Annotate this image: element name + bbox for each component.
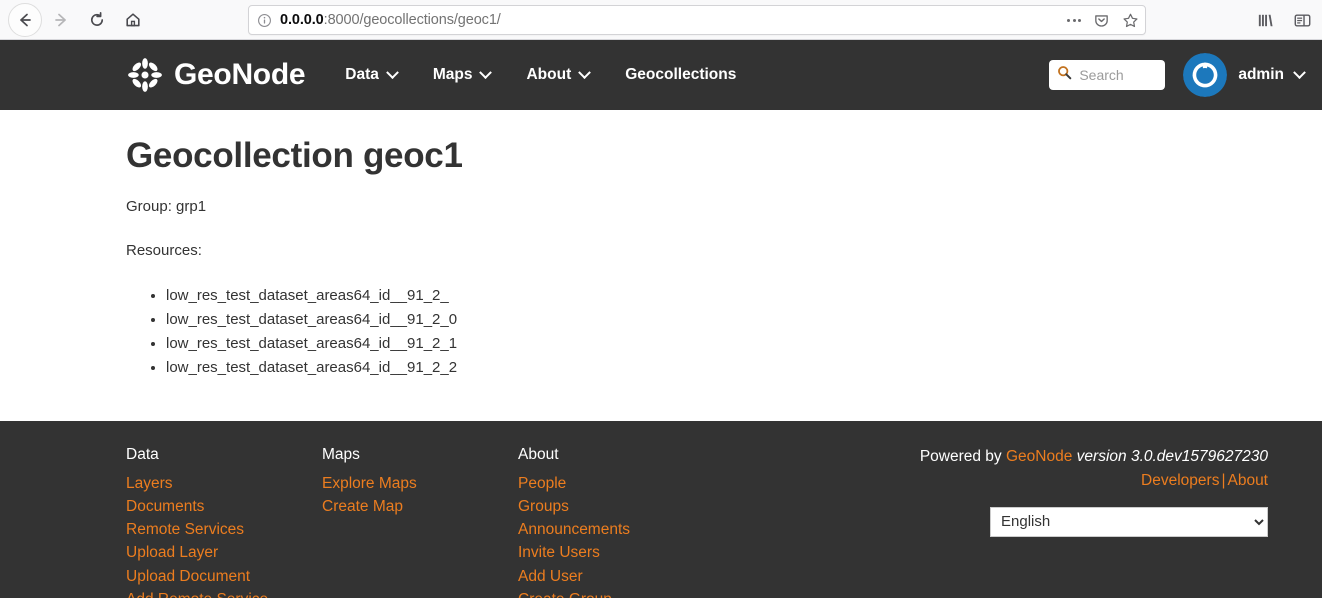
powered-by-line: Powered by GeoNode version 3.0.dev157962… [920,445,1268,468]
browser-right-actions [1256,0,1312,40]
main-nav: Data Maps About Geocollections [327,56,754,94]
list-item: low_res_test_dataset_areas64_id__91_2_ [166,284,1282,307]
footer-link-upload-document[interactable]: Upload Document [126,565,322,588]
geonode-link[interactable]: GeoNode [1006,448,1072,465]
ellipsis-icon[interactable] [1067,18,1081,22]
home-icon [124,11,142,29]
nav-item-label: Maps [432,66,473,83]
reload-icon [88,11,106,29]
list-item: low_res_test_dataset_areas64_id__91_2_1 [166,332,1282,355]
brand-link[interactable]: GeoNode [126,56,306,94]
footer-link-add-user[interactable]: Add User [518,565,818,588]
footer-link-remote-services[interactable]: Remote Services [126,518,322,541]
browser-nav-buttons [8,2,150,37]
developers-link[interactable]: Developers [1141,472,1219,489]
nav-item-label: Data [345,66,379,83]
back-button[interactable] [8,2,42,37]
content-container: Geocollection geoc1 Group: grp1 Resource… [0,136,1322,379]
home-button[interactable] [116,3,150,37]
resources-label: Resources: [126,242,202,260]
nav-item-label: About [526,66,572,83]
user-menu[interactable]: admin [1183,53,1306,97]
nav-item-geocollections[interactable]: Geocollections [607,56,754,94]
footer-link-people[interactable]: People [518,472,818,495]
footer-column-about: About People Groups Announcements Invite… [518,443,818,598]
pocket-icon[interactable] [1093,12,1110,29]
about-link[interactable]: About [1227,472,1268,489]
footer-bottom-links: Developers | About [920,469,1268,492]
main-content: Geocollection geoc1 Group: grp1 Resource… [0,110,1322,422]
url-host: 0.0.0.0 [280,12,324,28]
footer-link-create-map[interactable]: Create Map [322,495,518,518]
footer-link-layers[interactable]: Layers [126,472,322,495]
nav-item-label: Geocollections [625,66,737,83]
list-item: low_res_test_dataset_areas64_id__91_2_2 [166,356,1282,379]
chevron-down-icon [385,65,399,79]
footer-column-maps: Maps Explore Maps Create Map [322,443,518,598]
nav-item-about[interactable]: About [508,56,607,94]
footer-meta: Powered by GeoNode version 3.0.dev157962… [920,443,1268,598]
library-icon[interactable] [1256,11,1275,30]
group-line: Group: grp1 [126,198,207,216]
reload-button[interactable] [80,3,114,37]
url-bar-container: 0.0.0.0:8000/geocollections/geoc1/ [248,5,1146,35]
chevron-down-icon [578,65,592,79]
footer-link-groups[interactable]: Groups [518,495,818,518]
version-label: version 3.0.dev1579627230 [1076,448,1268,466]
geonode-flower-logo-icon [126,56,164,94]
list-item: low_res_test_dataset_areas64_id__91_2_0 [166,308,1282,331]
search-icon [1057,65,1072,85]
url-text[interactable]: 0.0.0.0:8000/geocollections/geoc1/ [280,12,1059,28]
navbar-right: admin [1049,53,1306,97]
footer-heading: Maps [322,446,360,464]
sidebar-toggle-icon[interactable] [1293,11,1312,30]
footer-link-upload-layer[interactable]: Upload Layer [126,541,322,564]
footer-link-documents[interactable]: Documents [126,495,322,518]
username-label: admin [1238,66,1284,83]
footer-link-create-group[interactable]: Create Group [518,588,818,598]
chevron-down-icon [479,65,493,79]
url-path: :8000/geocollections/geoc1/ [323,12,501,28]
browser-toolbar: 0.0.0.0:8000/geocollections/geoc1/ [0,0,1322,40]
footer-link-announcements[interactable]: Announcements [518,518,818,541]
footer-columns: Data Layers Documents Remote Services Up… [0,443,1322,598]
powered-by-prefix: Powered by [919,448,1002,466]
footer-column-data: Data Layers Documents Remote Services Up… [126,443,322,598]
footer-heading: About [518,446,559,464]
chevron-down-icon [1293,65,1306,79]
arrow-right-icon [52,11,70,29]
footer-link-add-remote-service[interactable]: Add Remote Service [126,588,322,598]
page-title: Geocollection geoc1 [126,136,463,175]
url-bar-actions [1059,12,1139,29]
site-info-icon[interactable] [257,13,272,28]
footer-link-explore-maps[interactable]: Explore Maps [322,472,518,495]
language-select[interactable]: English [990,506,1268,537]
resources-list: low_res_test_dataset_areas64_id__91_2_ l… [126,284,1282,379]
star-icon[interactable] [1122,12,1139,29]
search-input[interactable] [1079,67,1158,83]
footer-heading: Data [126,446,159,464]
site-footer: Data Layers Documents Remote Services Up… [0,421,1322,598]
footer-link-invite-users[interactable]: Invite Users [518,541,818,564]
brand-title: GeoNode [174,58,306,91]
nav-item-maps[interactable]: Maps [415,56,509,94]
url-bar[interactable]: 0.0.0.0:8000/geocollections/geoc1/ [248,5,1146,35]
nav-item-data[interactable]: Data [327,56,415,94]
forward-button[interactable] [44,3,78,37]
arrow-left-icon [16,11,34,29]
search-box[interactable] [1049,60,1166,90]
site-navbar: GeoNode Data Maps About Geocollections S… [0,40,1322,110]
avatar [1183,53,1228,97]
